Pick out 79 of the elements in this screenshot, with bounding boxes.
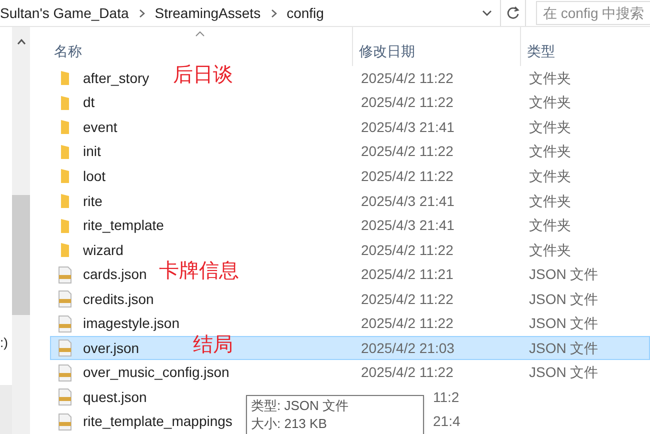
type-cell: 文件夹 [529,168,571,184]
date-cell: 2025/4/2 11:21 [361,266,454,282]
date-cell: 2025/4/2 11:22 [361,364,454,380]
folder-icon [60,168,70,184]
file-name: over.json [83,338,140,358]
tooltip-line: 大小: 213 KB [251,415,328,433]
folder-icon [60,193,70,209]
file-name: over_music_config.json [83,363,230,382]
type-cell: 文件夹 [529,70,571,86]
breadcrumb[interactable]: Sultan's Game_Data [0,2,129,24]
column-header[interactable]: 修改日期 [359,41,415,62]
type-cell: JSON 文件 [529,340,598,356]
tooltip-line: 类型: JSON 文件 [251,397,350,415]
type-cell: 文件夹 [529,192,571,208]
file-name: event [83,118,118,137]
json-file-icon [57,290,73,308]
type-cell: 文件夹 [529,242,571,258]
type-cell: JSON 文件 [529,364,598,380]
scrollbar-thumb[interactable] [12,195,30,315]
json-file-icon [57,314,73,333]
date-cell: 2025/4/2 11:22 [361,315,454,332]
folder-icon [60,144,70,160]
json-file-icon [57,364,73,382]
chevron-right-icon [270,8,277,18]
file-name: quest.json [83,388,147,407]
folder-icon [60,119,70,136]
date-cell: 2025/4/2 11:22 [361,242,454,258]
file-name: cards.json [83,265,147,284]
column-header[interactable]: 名称 [54,41,82,62]
annotation: 卡牌信息 [159,259,239,284]
folder-icon [60,70,70,86]
annotation: 结局 [193,332,233,358]
date-cell: 2025/4/2 11:22 [361,168,454,184]
date-cell: 2025/4/2 11:22 [361,290,454,307]
chevron-right-icon [138,8,145,18]
file-name: rite_template [83,216,164,236]
json-file-icon [57,266,73,284]
json-file-icon [57,388,73,406]
date-cell: 2025/4/2 11:22 [361,94,454,110]
file-name: wizard [83,240,124,260]
json-file-icon [57,339,73,358]
date-cell: 2025/4/2 11:22 [361,143,454,160]
folder-icon [60,94,70,111]
date-cell: 11:2 [433,388,460,405]
drive-label[interactable]: :) [0,333,8,352]
column-header[interactable]: 类型 [527,41,555,62]
file-name: credits.json [83,290,154,309]
search-field[interactable]: 在 config 中搜索 [536,1,650,25]
type-cell: 文件夹 [529,217,571,234]
date-cell: 2025/4/2 11:22 [361,70,454,86]
file-name: loot [83,166,106,186]
date-cell: 2025/4/2 21:03 [361,340,454,356]
file-name: rite [83,192,102,210]
date-cell: 2025/4/3 21:41 [361,217,454,234]
chevron-down-icon[interactable] [482,10,492,16]
type-cell: JSON 文件 [529,290,598,307]
file-name: init [83,142,101,162]
json-file-icon [57,412,73,431]
breadcrumb[interactable]: StreamingAssets [154,2,261,24]
selected-row[interactable]: over.json 结局 2025/4/2 21:03 JSON 文件 [50,336,650,360]
folder-icon [60,218,70,234]
type-cell: JSON 文件 [529,266,598,282]
type-cell: 文件夹 [529,94,571,110]
file-name: dt [83,93,95,112]
annotation: 后日谈 [173,62,233,88]
scrollbar[interactable] [12,27,30,434]
type-cell: 文件夹 [529,118,571,135]
type-cell: 文件夹 [529,143,571,160]
folder-icon [60,242,70,258]
date-cell: 2025/4/3 21:41 [361,118,454,135]
scroll-up-icon[interactable] [16,39,26,45]
date-cell: 2025/4/3 21:41 [361,192,454,208]
breadcrumb[interactable]: config [286,2,324,24]
date-cell: 21:4 [433,413,460,430]
file-name: imagestyle.json [83,314,180,334]
file-name: after_story [83,68,150,88]
refresh-icon[interactable] [506,6,520,20]
file-name: rite_template_mappings [83,412,232,432]
type-cell: JSON 文件 [529,315,598,332]
